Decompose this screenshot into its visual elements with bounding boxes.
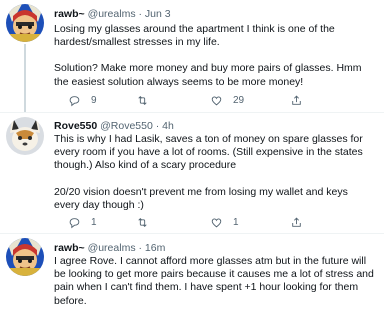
like-button[interactable]: 1 — [210, 215, 239, 229]
share-icon — [292, 217, 301, 227]
tweet-header: rawb~ @urealms · Jun 3 — [54, 8, 171, 20]
timestamp[interactable]: 4h — [162, 120, 174, 132]
like-icon — [211, 95, 222, 105]
handle[interactable]: @urealms — [88, 242, 136, 254]
tweet-paragraph: I agree Rove. I cannot afford more glass… — [54, 255, 374, 307]
share-button[interactable] — [290, 215, 303, 229]
tweet-actions: 1 1 — [54, 215, 354, 229]
handle[interactable]: @urealms — [88, 8, 136, 20]
retweet-icon — [138, 95, 147, 105]
reply-icon — [69, 95, 80, 106]
separator: · — [138, 242, 143, 254]
retweet-button[interactable] — [136, 93, 159, 107]
reply-button[interactable]: 1 — [68, 215, 97, 229]
tweet-1[interactable]: rawb~ @urealms · Jun 3 Losing my glasses… — [0, 0, 384, 112]
avatar-rawb[interactable] — [6, 4, 44, 42]
display-name[interactable]: Rove550 — [54, 120, 97, 132]
reply-count: 1 — [91, 216, 97, 228]
avatar-rawb[interactable] — [6, 238, 44, 276]
handle[interactable]: @Rove550 — [100, 120, 153, 132]
separator: · — [155, 120, 160, 132]
timestamp[interactable]: Jun 3 — [145, 8, 171, 20]
retweet-button[interactable] — [136, 215, 159, 229]
like-count: 1 — [233, 216, 239, 228]
tweet-header: Rove550 @Rove550 · 4h — [54, 120, 174, 132]
like-button[interactable]: 29 — [210, 93, 244, 107]
tweet-text: Losing my glasses around the apartment I… — [54, 23, 376, 89]
tweet-paragraph: Solution? Make more money and buy more p… — [54, 62, 362, 88]
tweet-actions: 9 29 — [54, 93, 354, 107]
display-name[interactable]: rawb~ — [54, 242, 85, 254]
display-name[interactable]: rawb~ — [54, 8, 85, 20]
separator: · — [138, 8, 143, 20]
share-button[interactable] — [290, 93, 303, 107]
share-icon — [292, 95, 301, 105]
thread-line — [24, 44, 26, 112]
tweet-paragraph: 20/20 vision doesn't prevent me from los… — [54, 185, 348, 211]
tweet-text: I agree Rove. I cannot afford more glass… — [54, 255, 376, 308]
reply-count: 9 — [91, 94, 97, 106]
reply-button[interactable]: 9 — [68, 93, 97, 107]
tweet-2[interactable]: Rove550 @Rove550 · 4h This is why I had … — [0, 113, 384, 233]
retweet-icon — [138, 217, 147, 227]
like-icon — [211, 217, 222, 227]
timestamp[interactable]: 16m — [145, 242, 165, 254]
tweet-text: This is why I had Lasik, saves a ton of … — [54, 133, 376, 212]
tweet-header: rawb~ @urealms · 16m — [54, 242, 165, 254]
tweet-3[interactable]: rawb~ @urealms · 16m I agree Rove. I can… — [0, 234, 384, 323]
avatar-rove550[interactable] — [6, 117, 44, 155]
reply-icon — [69, 217, 80, 228]
like-count: 29 — [233, 94, 245, 106]
tweet-paragraph: Losing my glasses around the apartment I… — [54, 23, 335, 49]
tweet-paragraph: This is why I had Lasik, saves a ton of … — [54, 133, 363, 172]
